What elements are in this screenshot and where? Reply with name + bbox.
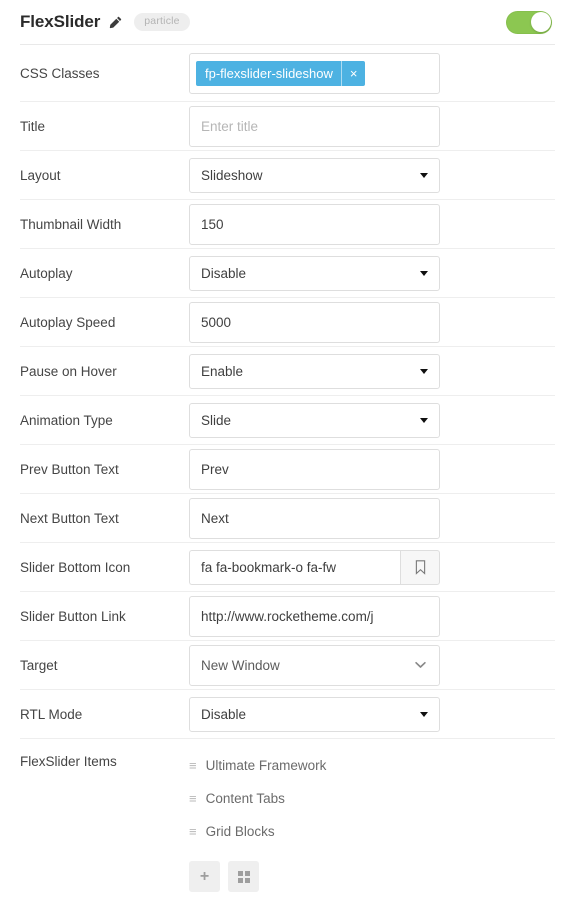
- add-item-button[interactable]: +: [189, 861, 220, 892]
- caret-down-solid-icon: [420, 369, 428, 374]
- label-flexslider-items: FlexSlider Items: [20, 754, 117, 769]
- drag-handle-icon[interactable]: ≡: [189, 759, 197, 772]
- page-title: FlexSlider: [20, 12, 101, 31]
- field-slider-bottom-icon: fa fa-bookmark-o fa-fw: [189, 549, 555, 585]
- pause-on-hover-select[interactable]: Enable: [189, 353, 440, 389]
- prev-button-text-input[interactable]: Prev: [189, 448, 440, 490]
- autoplay-select[interactable]: Disable: [189, 255, 440, 291]
- field-autoplay-speed: 5000: [189, 301, 555, 343]
- list-item[interactable]: ≡ Grid Blocks: [189, 815, 555, 848]
- flexslider-items-list: ≡ Ultimate Framework ≡ Content Tabs ≡ Gr…: [189, 749, 555, 892]
- row-css-classes: CSS Classes fp-flexslider-slideshow ×: [20, 45, 555, 102]
- row-rtl-mode: RTL Mode Disable: [20, 690, 555, 739]
- row-prev-button-text: Prev Button Text Prev: [20, 445, 555, 494]
- row-target: Target New Window: [20, 641, 555, 690]
- title-input[interactable]: Enter title: [189, 105, 440, 147]
- field-animation-type: Slide: [189, 402, 555, 438]
- field-css-classes: fp-flexslider-slideshow ×: [189, 52, 555, 94]
- list-item-label: Content Tabs: [205, 791, 285, 806]
- field-autoplay: Disable: [189, 255, 555, 291]
- row-flexslider-items: FlexSlider Items ≡ Ultimate Framework ≡ …: [20, 739, 555, 892]
- particle-enabled-toggle[interactable]: [506, 10, 552, 34]
- target-select-value: New Window: [201, 657, 280, 673]
- css-classes-input[interactable]: fp-flexslider-slideshow ×: [189, 52, 440, 94]
- slider-bottom-icon-input[interactable]: fa fa-bookmark-o fa-fw: [189, 549, 400, 585]
- label-next-button-text: Next Button Text: [20, 510, 119, 526]
- autoplay-select-value: Disable: [201, 265, 247, 281]
- pause-on-hover-select-value: Enable: [201, 363, 244, 379]
- field-title: Enter title: [189, 105, 555, 147]
- list-item-label: Ultimate Framework: [205, 758, 327, 773]
- field-layout: Slideshow: [189, 157, 555, 193]
- slider-button-link-input[interactable]: http://www.rocketheme.com/j: [189, 595, 440, 637]
- row-thumbnail-width: Thumbnail Width 150: [20, 200, 555, 249]
- row-layout: Layout Slideshow: [20, 151, 555, 200]
- row-autoplay: Autoplay Disable: [20, 249, 555, 298]
- layout-select-value: Slideshow: [201, 167, 263, 183]
- animation-type-select[interactable]: Slide: [189, 402, 440, 438]
- toggle-knob: [530, 12, 551, 32]
- close-icon[interactable]: ×: [340, 60, 366, 86]
- particle-type-badge: particle: [134, 13, 190, 31]
- row-autoplay-speed: Autoplay Speed 5000: [20, 298, 555, 347]
- row-title: Title Enter title: [20, 102, 555, 151]
- label-rtl-mode: RTL Mode: [20, 706, 83, 722]
- label-pause-on-hover: Pause on Hover: [20, 363, 117, 379]
- row-pause-on-hover: Pause on Hover Enable: [20, 347, 555, 396]
- next-button-text-input[interactable]: Next: [189, 497, 440, 539]
- row-slider-button-link: Slider Button Link http://www.rocketheme…: [20, 592, 555, 641]
- pencil-icon[interactable]: [109, 16, 122, 29]
- chevron-down-icon: [415, 661, 426, 668]
- layout-select[interactable]: Slideshow: [189, 157, 440, 193]
- slider-bottom-icon-group: fa fa-bookmark-o fa-fw: [189, 549, 440, 585]
- label-slider-bottom-icon: Slider Bottom Icon: [20, 559, 131, 575]
- bookmark-o-icon[interactable]: [400, 549, 440, 585]
- pick-item-button[interactable]: [228, 861, 259, 892]
- grid-icon: [237, 870, 250, 883]
- label-slider-button-link: Slider Button Link: [20, 608, 126, 624]
- rtl-mode-select-value: Disable: [201, 706, 247, 722]
- field-pause-on-hover: Enable: [189, 353, 555, 389]
- caret-down-solid-icon: [420, 271, 428, 276]
- panel-header: FlexSlider particle: [0, 0, 563, 44]
- caret-down-solid-icon: [420, 173, 428, 178]
- row-slider-bottom-icon: Slider Bottom Icon fa fa-bookmark-o fa-f…: [20, 543, 555, 592]
- label-css-classes: CSS Classes: [20, 65, 100, 81]
- label-title: Title: [20, 118, 46, 134]
- target-select[interactable]: New Window: [189, 644, 440, 686]
- caret-down-solid-icon: [420, 418, 428, 423]
- rtl-mode-select[interactable]: Disable: [189, 696, 440, 732]
- list-item[interactable]: ≡ Ultimate Framework: [189, 749, 555, 782]
- list-item-label: Grid Blocks: [205, 824, 275, 839]
- field-next-button-text: Next: [189, 497, 555, 539]
- caret-down-solid-icon: [420, 712, 428, 717]
- tag-chip-label: fp-flexslider-slideshow: [205, 65, 333, 81]
- row-animation-type: Animation Type Slide: [20, 396, 555, 445]
- label-autoplay-speed: Autoplay Speed: [20, 314, 116, 330]
- label-autoplay: Autoplay: [20, 265, 73, 281]
- field-target: New Window: [189, 644, 555, 686]
- field-slider-button-link: http://www.rocketheme.com/j: [189, 595, 555, 637]
- autoplay-speed-input[interactable]: 5000: [189, 301, 440, 343]
- drag-handle-icon[interactable]: ≡: [189, 825, 197, 838]
- label-layout: Layout: [20, 167, 61, 183]
- particle-settings-panel: FlexSlider particle CSS Classes fp-flexs…: [0, 0, 563, 910]
- animation-type-select-value: Slide: [201, 412, 232, 428]
- field-rtl-mode: Disable: [189, 696, 555, 732]
- list-actions: +: [189, 861, 555, 892]
- thumbnail-width-input[interactable]: 150: [189, 203, 440, 245]
- tag-chip[interactable]: fp-flexslider-slideshow ×: [196, 60, 366, 86]
- list-item[interactable]: ≡ Content Tabs: [189, 782, 555, 815]
- label-target: Target: [20, 657, 58, 673]
- plus-icon: +: [199, 867, 210, 885]
- label-prev-button-text: Prev Button Text: [20, 461, 119, 477]
- field-prev-button-text: Prev: [189, 448, 555, 490]
- label-animation-type: Animation Type: [20, 412, 113, 428]
- row-next-button-text: Next Button Text Next: [20, 494, 555, 543]
- settings-form: CSS Classes fp-flexslider-slideshow × Ti…: [0, 45, 563, 892]
- drag-handle-icon[interactable]: ≡: [189, 792, 197, 805]
- label-thumbnail-width: Thumbnail Width: [20, 216, 122, 232]
- field-thumbnail-width: 150: [189, 203, 555, 245]
